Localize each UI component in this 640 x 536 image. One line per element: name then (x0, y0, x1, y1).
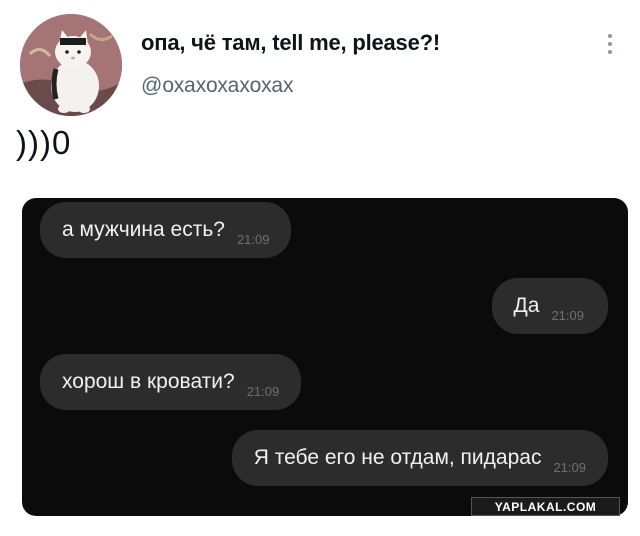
avatar[interactable] (20, 14, 122, 116)
more-dot (608, 50, 612, 54)
message-text: Да (513, 294, 540, 317)
message-time: 21:09 (551, 307, 584, 323)
message-text: а мужчина есть? (62, 218, 225, 241)
author-handle[interactable]: @охахохахохах (141, 74, 294, 98)
watermark: YAPLAKAL.COM (471, 497, 620, 516)
chat-screenshot: а мужчина есть? 21:09 Да 21:09 хорош в к… (22, 198, 628, 516)
author-name[interactable]: опа, чё там, tell me, please?! (141, 30, 440, 56)
message-text: хорош в кровати? (62, 370, 235, 393)
message-bubble-outgoing: Да 21:09 (491, 278, 608, 334)
message-time: 21:09 (246, 383, 280, 399)
message-bubble-incoming: а мужчина есть? 21:09 (40, 202, 292, 258)
more-dot (608, 42, 612, 46)
tweet-text: )))0 (16, 124, 72, 161)
message-time: 21:09 (553, 459, 586, 475)
message-text: Я тебе его не отдам, пидарас (253, 446, 542, 469)
cat-avatar-icon (20, 14, 122, 116)
message-bubble-outgoing: Я тебе его не отдам, пидарас 21:09 (231, 430, 608, 486)
message-bubble-incoming: хорош в кровати? 21:09 (40, 354, 302, 410)
message-time: 21:09 (236, 231, 270, 247)
more-options-icon[interactable] (598, 28, 622, 60)
more-dot (608, 34, 612, 38)
